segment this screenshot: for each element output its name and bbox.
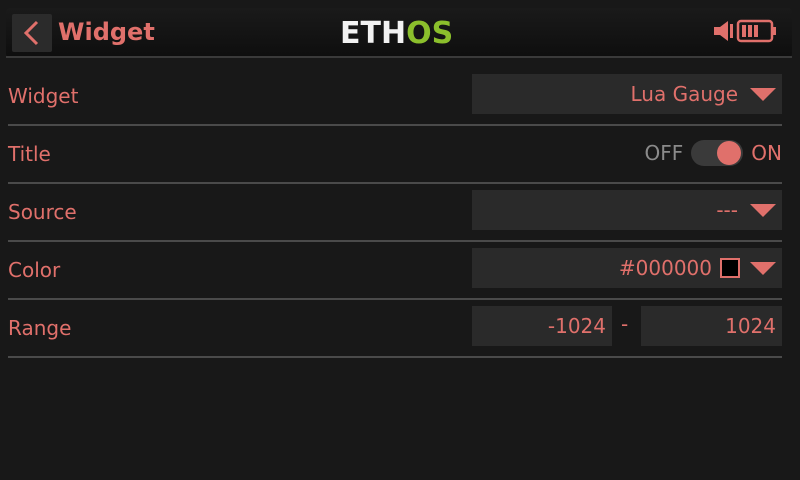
widget-value: Lua Gauge (630, 82, 738, 106)
toggle-on-label: ON (751, 141, 782, 165)
color-swatch (720, 258, 740, 278)
range-separator: - (621, 312, 629, 336)
color-dropdown[interactable]: #000000 (472, 248, 782, 288)
source-dropdown[interactable]: --- (472, 190, 782, 230)
title-toggle[interactable] (691, 140, 744, 166)
title-label: Title (8, 142, 51, 166)
widget-label: Widget (8, 84, 79, 108)
range-max-value: 1024 (725, 314, 776, 338)
toggle-off-label: OFF (644, 141, 684, 165)
back-button[interactable] (12, 14, 52, 52)
widget-dropdown[interactable]: Lua Gauge (472, 74, 782, 114)
caret-down-icon (750, 87, 776, 101)
color-label: Color (8, 258, 61, 282)
chevron-left-icon (23, 20, 39, 46)
caret-down-icon (750, 261, 776, 275)
caret-down-icon (750, 203, 776, 217)
source-value: --- (716, 198, 738, 222)
page-title: Widget (58, 18, 155, 46)
range-min-value: -1024 (547, 314, 606, 338)
range-max-field[interactable]: 1024 (641, 306, 782, 346)
ethos-logo: ETHOS (340, 18, 453, 50)
row-source: Source --- (8, 184, 782, 242)
speaker-icon (714, 21, 733, 41)
logo-eth: ETH (340, 16, 407, 51)
row-color: Color #000000 (8, 242, 782, 300)
title-toggle-group: OFF ON (645, 140, 782, 166)
battery-icon (736, 19, 776, 43)
logo-os: OS (406, 16, 454, 51)
row-widget: Widget Lua Gauge (8, 68, 782, 126)
top-bar: Widget ETHOS (6, 8, 792, 58)
row-range: Range -1024 - 1024 (8, 300, 782, 358)
row-title: Title OFF ON (8, 126, 782, 184)
source-label: Source (8, 200, 77, 224)
status-icons (712, 18, 778, 44)
color-value: #000000 (618, 256, 712, 280)
range-min-field[interactable]: -1024 (472, 306, 612, 346)
range-label: Range (8, 316, 72, 340)
toggle-knob (717, 141, 742, 165)
